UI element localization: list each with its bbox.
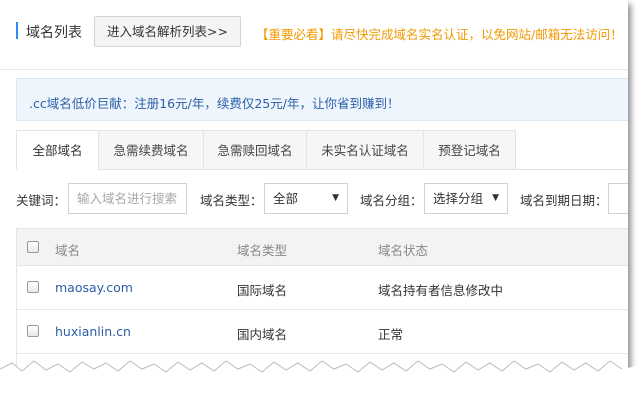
table-row: maosay.com 国际域名 域名持有者信息修改中 — [16, 266, 628, 310]
promo-banner[interactable]: .cc域名低价巨献：注册16元/年，续费仅25元/年，让你省到赚到！ — [16, 78, 628, 121]
enter-dns-list-button[interactable]: 进入域名解析列表>> — [94, 16, 241, 47]
domain-group-select[interactable]: 选择分组 ▼ — [424, 183, 508, 214]
table-row: huxianlin.cn 国内域名 正常 — [16, 310, 628, 354]
domain-link[interactable]: maosay.com — [55, 280, 133, 295]
domain-link[interactable]: huxianlin.cn — [55, 324, 131, 339]
domain-type-value: 全部 — [273, 191, 299, 206]
domain-status-cell: 域名持有者信息修改中 — [378, 283, 504, 298]
chevron-down-icon: ▼ — [332, 193, 339, 203]
chevron-down-icon: ▼ — [492, 193, 499, 203]
domain-type-cell: 国内域名 — [237, 327, 288, 342]
keyword-label: 关键词： — [16, 193, 67, 208]
promo-text: .cc域名低价巨献：注册16元/年，续费仅25元/年，让你省到赚到！ — [29, 96, 400, 111]
torn-edge — [0, 360, 642, 395]
column-header-domain: 域名 — [55, 243, 81, 258]
title-accent-bar — [16, 22, 18, 39]
table-header: 域名 域名类型 域名状态 — [16, 228, 628, 266]
tab-redeem-urgent[interactable]: 急需赎回域名 — [203, 130, 306, 170]
domain-tabs: 全部域名 急需续费域名 急需赎回域名 未实名认证域名 预登记域名 — [16, 130, 628, 170]
tab-preregistered[interactable]: 预登记域名 — [423, 130, 516, 170]
page-header: 域名列表 进入域名解析列表>> 【重要必看】请尽快完成域名实名认证，以免网站/邮… — [0, 0, 628, 70]
page-title: 域名列表 — [26, 25, 82, 41]
tab-renew-urgent[interactable]: 急需续费域名 — [98, 130, 203, 170]
domain-list-panel: 域名列表 进入域名解析列表>> 【重要必看】请尽快完成域名实名认证，以免网站/邮… — [0, 0, 628, 380]
domain-group-value: 选择分组 — [433, 191, 484, 206]
row-checkbox[interactable] — [27, 281, 39, 293]
domain-type-select[interactable]: 全部 ▼ — [264, 183, 348, 214]
column-header-type: 域名类型 — [237, 243, 288, 258]
row-checkbox[interactable] — [27, 325, 39, 337]
domain-group-label: 域名分组： — [360, 193, 423, 208]
realname-notice: 【重要必看】请尽快完成域名实名认证，以免网站/邮箱无法访问！ — [256, 27, 623, 42]
column-header-status: 域名状态 — [378, 243, 429, 258]
domain-type-label: 域名类型： — [200, 193, 263, 208]
domain-status-cell: 正常 — [378, 327, 404, 342]
domain-type-cell: 国际域名 — [237, 283, 288, 298]
expiry-date-label: 域名到期日期： — [520, 193, 608, 208]
tab-all-domains[interactable]: 全部域名 — [16, 130, 98, 170]
expiry-date-input[interactable] — [608, 183, 628, 214]
tab-unverified[interactable]: 未实名认证域名 — [306, 130, 423, 170]
keyword-search-input[interactable]: 输入域名进行搜索 — [68, 183, 187, 214]
select-all-checkbox[interactable] — [27, 241, 39, 253]
